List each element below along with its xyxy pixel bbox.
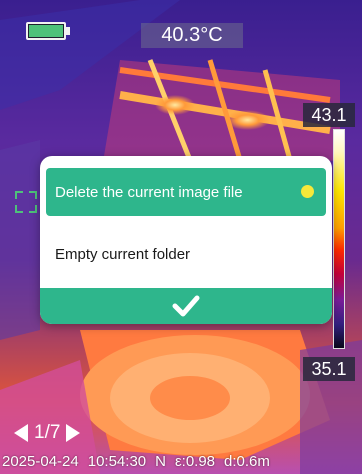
image-pager: 1/7: [14, 421, 81, 445]
selected-dot-icon: [301, 185, 314, 198]
next-arrow-icon[interactable]: [66, 424, 81, 442]
status-bar: 2025-04-24 10:54:30 Nε:0.98 d:0.6m: [2, 452, 360, 474]
color-scale-bar: [333, 129, 345, 349]
scale-max-label: 43.1: [303, 103, 355, 127]
center-temperature-readout: 40.3°C: [141, 23, 243, 48]
checkmark-icon: [172, 295, 200, 317]
delete-dialog: Delete the current image file Empty curr…: [40, 156, 332, 324]
option-label: Empty current folder: [55, 245, 191, 263]
status-emissivity: ε:0.98: [174, 453, 216, 470]
battery-icon: [26, 22, 70, 42]
page-indicator: 1/7: [34, 422, 61, 443]
status-mode: N: [155, 453, 166, 470]
status-time: 10:54:30: [87, 453, 147, 470]
status-distance: d:0.6m: [224, 453, 270, 470]
confirm-button[interactable]: [40, 288, 332, 324]
scale-min-label: 35.1: [303, 357, 355, 381]
delete-current-image-option[interactable]: Delete the current image file: [46, 168, 326, 216]
empty-current-folder-option[interactable]: Empty current folder: [46, 230, 326, 278]
status-date: 2025-04-24: [2, 453, 79, 470]
previous-arrow-icon[interactable]: [14, 424, 28, 442]
option-label: Delete the current image file: [55, 183, 243, 201]
crosshair-icon: [15, 191, 37, 213]
